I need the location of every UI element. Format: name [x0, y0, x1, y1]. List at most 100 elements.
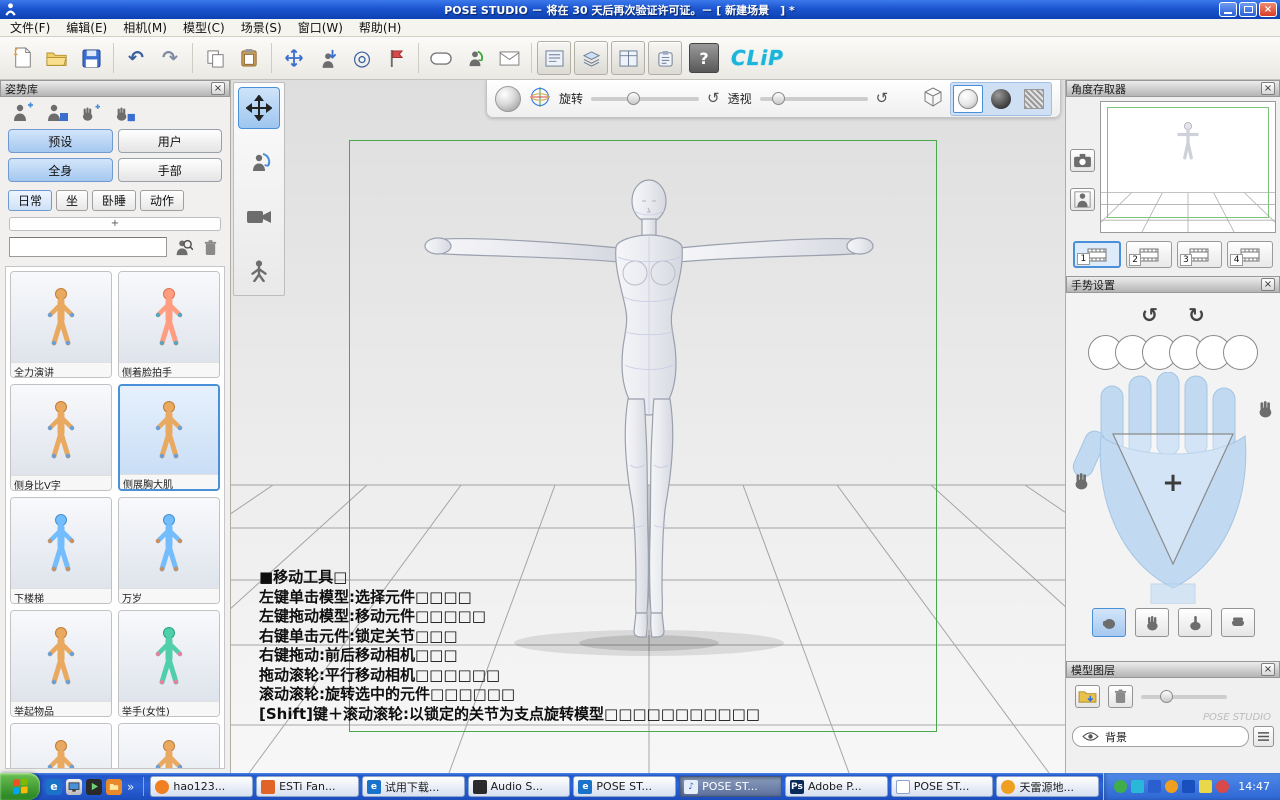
fullbody-button[interactable]: 全身	[8, 158, 113, 182]
angle-slot-1[interactable]: 1	[1073, 241, 1121, 268]
perspective-reset-icon[interactable]: ↺	[876, 91, 889, 106]
taskbar-item[interactable]: ePOSE ST...	[573, 776, 676, 797]
gesture-panel-close-icon[interactable]: ×	[1261, 278, 1275, 291]
pose-tool-button[interactable]	[238, 249, 280, 291]
visibility-eye-icon[interactable]	[1082, 731, 1099, 742]
model-opacity-knob[interactable]	[1160, 690, 1173, 703]
finger-target[interactable]	[1223, 335, 1258, 370]
layout-stack-view-button[interactable]	[574, 41, 608, 75]
move-tool-button[interactable]	[238, 87, 280, 129]
taskbar-clock[interactable]: 14:47	[1238, 780, 1270, 793]
user-button[interactable]: 用户	[118, 129, 223, 153]
angle-slot-3[interactable]: 3	[1177, 241, 1223, 268]
camera-tool-button[interactable]	[238, 195, 280, 237]
tray-icon-6[interactable]	[1199, 780, 1212, 793]
taskbar-item[interactable]: hao123...	[150, 776, 253, 797]
rotate-model-button[interactable]	[458, 41, 492, 75]
pose-item[interactable]: 下楼梯	[10, 497, 112, 604]
layers-panel-close-icon[interactable]: ×	[1261, 663, 1275, 676]
load-pose-to-model-button[interactable]	[311, 41, 345, 75]
tab-action[interactable]: 动作	[140, 190, 184, 211]
tray-icon-4[interactable]	[1165, 780, 1178, 793]
register-pose-icon[interactable]	[10, 101, 34, 123]
taskbar-item[interactable]: ESTi Fan...	[256, 776, 359, 797]
pose-item[interactable]: 全力演讲	[10, 271, 112, 378]
rotate-slider-knob[interactable]	[627, 92, 640, 105]
tray-icon-2[interactable]	[1131, 780, 1144, 793]
menu-scene[interactable]: 场景(S)	[233, 18, 290, 37]
rotate-tool-button[interactable]	[238, 141, 280, 183]
taskbar-item[interactable]: e试用下载...	[362, 776, 465, 797]
menu-camera[interactable]: 相机(M)	[115, 18, 175, 37]
minimize-button[interactable]	[1219, 2, 1237, 17]
model-opacity-slider[interactable]	[1141, 695, 1227, 699]
new-scene-button[interactable]	[6, 41, 40, 75]
tray-icon-1[interactable]	[1114, 780, 1127, 793]
right-hand-icon[interactable]	[1256, 400, 1274, 418]
pose-item-selected[interactable]: 侧展胸大肌	[118, 384, 220, 491]
hand-button[interactable]: 手部	[118, 158, 223, 182]
save-hand-pose-icon[interactable]	[112, 101, 136, 123]
menu-edit[interactable]: 编辑(E)	[58, 18, 115, 37]
pose-item[interactable]	[10, 723, 112, 769]
layout-split-view-button[interactable]	[611, 41, 645, 75]
taskbar-item[interactable]: 天雷源地...	[996, 776, 1099, 797]
dark-mode-button[interactable]	[986, 85, 1016, 113]
layout-clipboard-button[interactable]	[648, 41, 682, 75]
hand-preset-point-button[interactable]	[1178, 608, 1212, 637]
angle-slot-4[interactable]: 4	[1227, 241, 1273, 268]
search-pose-icon[interactable]	[172, 236, 194, 258]
close-button[interactable]: ×	[1259, 2, 1277, 17]
tray-icon-5[interactable]	[1182, 780, 1195, 793]
frame-model-button[interactable]	[1070, 188, 1095, 211]
add-category-button[interactable]: +	[9, 217, 221, 231]
rotate-hand-cw-icon[interactable]: ↻	[1188, 303, 1205, 327]
quick-launch-desktop-icon[interactable]	[66, 779, 82, 795]
register-hand-pose-icon[interactable]	[78, 101, 102, 123]
open-scene-button[interactable]	[40, 41, 74, 75]
import-model-button[interactable]	[1075, 685, 1100, 708]
save-pose-icon[interactable]	[44, 101, 68, 123]
viewport[interactable]: 旋转 ↺ 透视 ↺ ■移动工	[231, 80, 1065, 773]
undo-button[interactable]: ↶	[119, 41, 153, 75]
pose-item[interactable]: 万岁	[118, 497, 220, 604]
gesture-editor[interactable]: ↺ ↻	[1066, 293, 1280, 661]
tab-lie[interactable]: 卧睡	[92, 190, 136, 211]
help-button[interactable]: ?	[689, 43, 719, 73]
mail-button[interactable]	[492, 41, 526, 75]
menu-model[interactable]: 模型(C)	[175, 18, 233, 37]
tray-icon-7[interactable]	[1216, 780, 1229, 793]
capsule-body-button[interactable]	[424, 41, 458, 75]
texture-mode-button[interactable]	[1019, 85, 1049, 113]
background-layer-item[interactable]: 背景	[1072, 726, 1249, 747]
tab-daily[interactable]: 日常	[8, 190, 52, 211]
flag-marker-button[interactable]	[379, 41, 413, 75]
save-scene-button[interactable]	[74, 41, 108, 75]
left-hand-icon[interactable]	[1072, 472, 1090, 490]
pose-item[interactable]: 侧着脸拍手	[118, 271, 220, 378]
delete-model-button[interactable]	[1108, 685, 1133, 708]
delete-pose-icon[interactable]	[199, 236, 221, 258]
taskbar-item[interactable]: PsAdobe P...	[785, 776, 888, 797]
focus-target-button[interactable]: ◎	[345, 41, 379, 75]
pose-item[interactable]: 举手(女性)	[118, 610, 220, 717]
paste-button[interactable]	[232, 41, 266, 75]
capture-angle-button[interactable]	[1070, 149, 1095, 172]
pose-item[interactable]	[118, 723, 220, 769]
pose-item[interactable]: 举起物品	[10, 610, 112, 717]
quick-launch-expand-icon[interactable]: »	[126, 780, 135, 794]
quick-launch-browser-icon[interactable]: e	[46, 779, 62, 795]
hand-zone[interactable]: +	[1066, 372, 1280, 604]
hand-preset-fist-button[interactable]	[1092, 608, 1126, 637]
symmetry-pose-button[interactable]	[277, 41, 311, 75]
pose-item[interactable]: 侧身比V字	[10, 384, 112, 491]
hand-preset-flat-button[interactable]	[1221, 608, 1255, 637]
perspective-slider[interactable]	[760, 97, 868, 101]
maximize-button[interactable]	[1239, 2, 1257, 17]
menu-help[interactable]: 帮助(H)	[351, 18, 409, 37]
menu-file[interactable]: 文件(F)	[2, 18, 58, 37]
copy-button[interactable]	[198, 41, 232, 75]
tab-sit[interactable]: 坐	[56, 190, 88, 211]
rotate-hand-ccw-icon[interactable]: ↺	[1141, 303, 1158, 327]
angle-preview[interactable]	[1100, 101, 1276, 233]
